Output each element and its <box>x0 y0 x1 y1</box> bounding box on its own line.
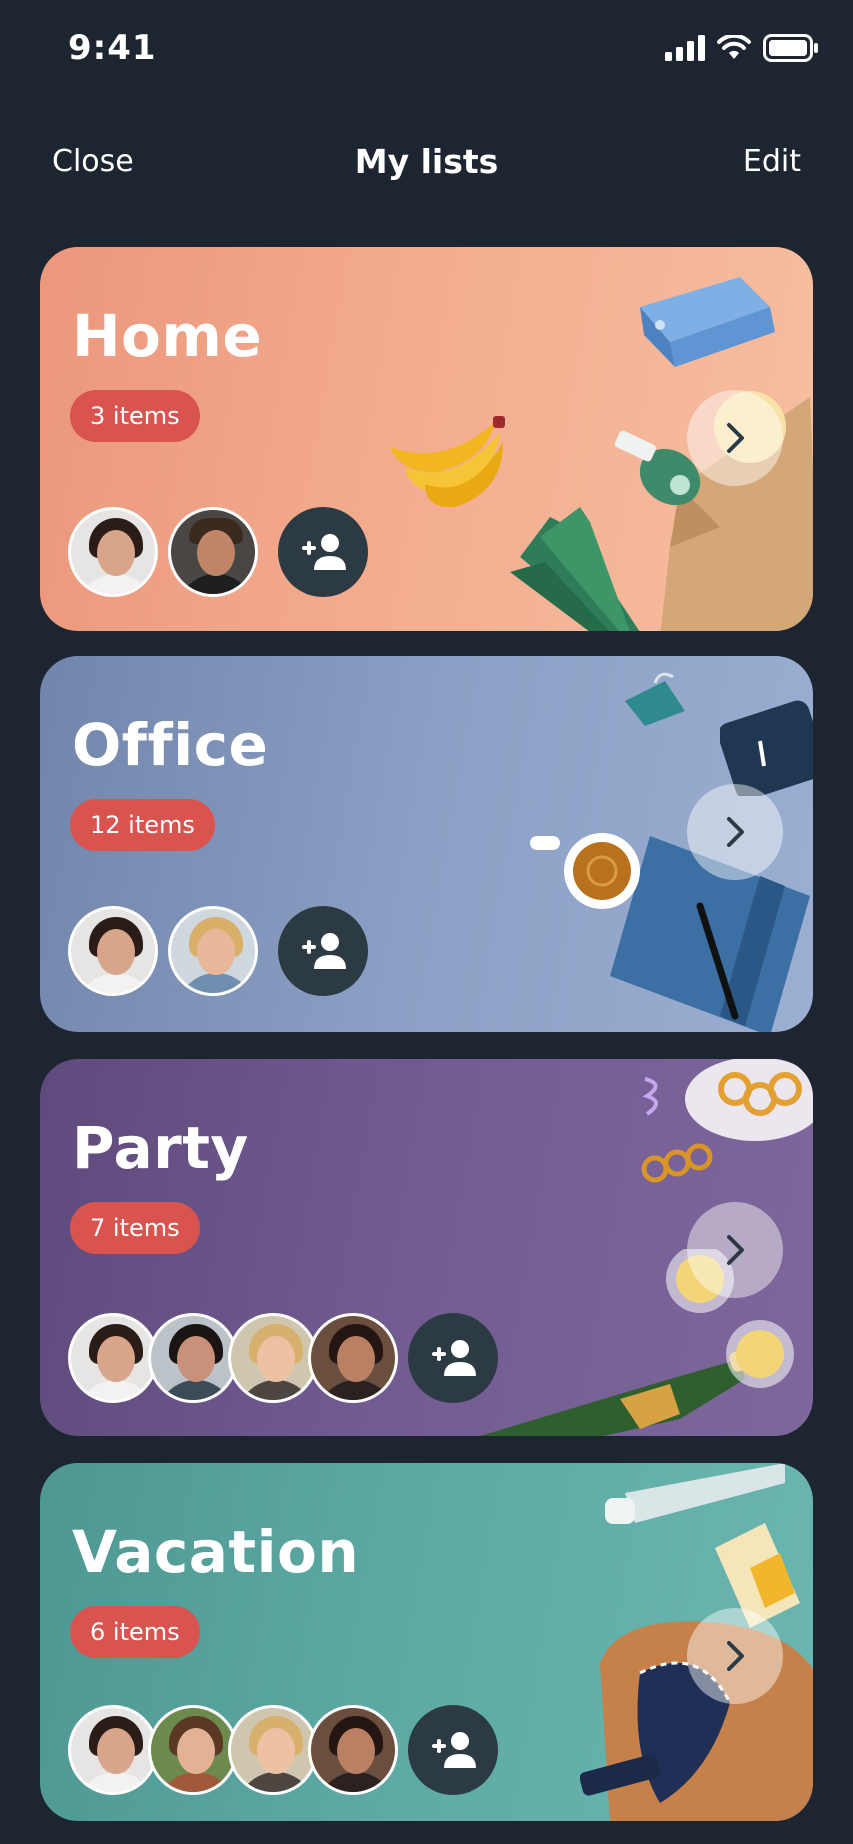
add-member-button[interactable] <box>278 906 368 996</box>
list-card-office[interactable]: Office 12 items <box>40 656 813 1032</box>
chevron-right-icon <box>727 817 744 847</box>
avatar <box>228 1313 318 1403</box>
banana-illustration <box>390 416 505 508</box>
my-lists-screen: 9:41 Close My lists Edit Home 3 items Of… <box>0 0 853 1844</box>
wifi-icon <box>717 35 751 59</box>
open-list-button[interactable] <box>687 1202 783 1298</box>
list-title: Party <box>72 1114 249 1182</box>
item-count-badge: 12 items <box>70 799 215 851</box>
avatar <box>68 906 158 996</box>
chevron-right-icon <box>727 423 744 453</box>
open-list-button[interactable] <box>687 390 783 486</box>
add-person-icon <box>432 1340 476 1376</box>
list-title: Home <box>72 302 263 370</box>
milk-carton-illustration <box>640 277 775 367</box>
avatar <box>308 1313 398 1403</box>
avatar <box>68 1705 158 1795</box>
member-avatars <box>68 507 368 597</box>
open-list-button[interactable] <box>687 784 783 880</box>
member-avatars <box>68 1313 498 1403</box>
add-person-icon <box>302 933 346 969</box>
add-member-button[interactable] <box>278 507 368 597</box>
chevron-right-icon <box>727 1235 744 1265</box>
avatar <box>308 1705 398 1795</box>
status-time: 9:41 <box>68 28 157 68</box>
member-avatars <box>68 906 368 996</box>
list-title: Office <box>72 711 269 779</box>
avatar <box>168 906 258 996</box>
phone-illustration <box>720 700 813 796</box>
avatar <box>148 1705 238 1795</box>
avatar <box>68 507 158 597</box>
page-title: My lists <box>354 142 499 181</box>
avatar <box>168 507 258 597</box>
add-member-button[interactable] <box>408 1313 498 1403</box>
member-avatars <box>68 1705 498 1795</box>
cellular-signal-icon <box>665 35 705 61</box>
avatar <box>228 1705 318 1795</box>
add-person-icon <box>432 1732 476 1768</box>
open-list-button[interactable] <box>687 1608 783 1704</box>
list-card-vacation[interactable]: Vacation 6 items <box>40 1463 813 1821</box>
battery-icon <box>763 34 818 62</box>
leek-illustration <box>510 507 640 631</box>
edit-button[interactable]: Edit <box>743 144 801 179</box>
avatar <box>68 1313 158 1403</box>
status-bar: 9:41 <box>0 0 853 100</box>
binder-clip-illustration <box>625 672 685 726</box>
avatar <box>148 1313 238 1403</box>
coffee-cup-illustration <box>530 833 640 909</box>
chevron-right-icon <box>727 1641 744 1671</box>
add-member-button[interactable] <box>408 1705 498 1795</box>
list-card-home[interactable]: Home 3 items <box>40 247 813 631</box>
status-icons <box>665 34 819 62</box>
item-count-badge: 7 items <box>70 1202 200 1254</box>
item-count-badge: 6 items <box>70 1606 200 1658</box>
confetti-illustration <box>642 1077 658 1116</box>
list-title: Vacation <box>72 1518 360 1586</box>
item-count-badge: 3 items <box>70 390 200 442</box>
navigation-bar: Close My lists Edit <box>0 130 853 190</box>
add-person-icon <box>302 534 346 570</box>
list-card-party[interactable]: Party 7 items <box>40 1059 813 1436</box>
